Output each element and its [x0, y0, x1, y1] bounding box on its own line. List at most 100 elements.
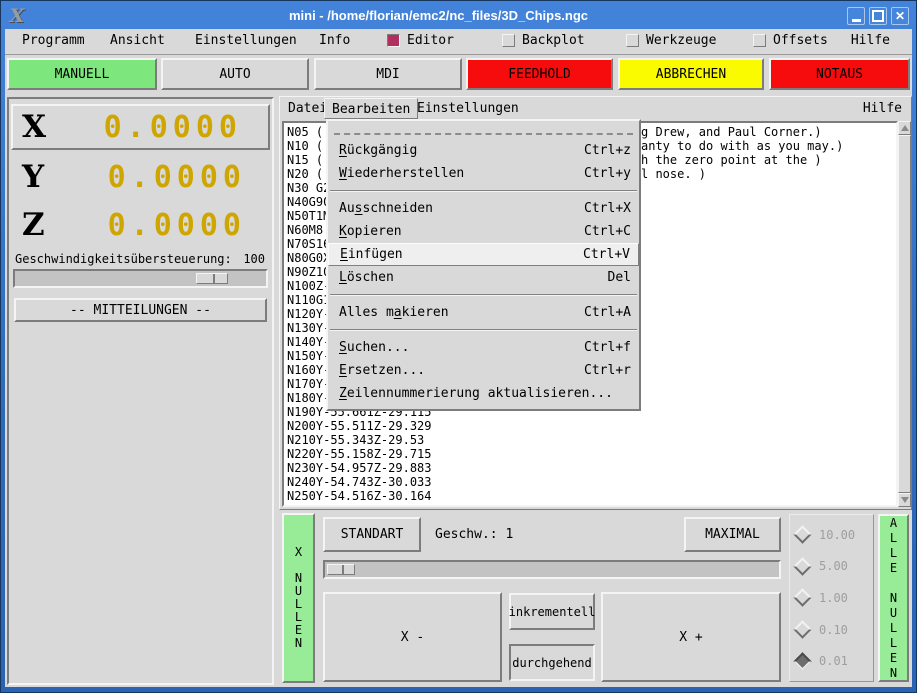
- axis-y-value: 0.0000: [108, 160, 246, 195]
- menu-einstellungen[interactable]: Einstellungen: [195, 33, 297, 48]
- feed-override-label: Geschwindigkeitsübersteuerung:: [15, 252, 232, 266]
- titlebar[interactable]: X mini - /home/florian/emc2/nc_files/3D_…: [4, 3, 913, 28]
- maximize-icon: [872, 10, 884, 22]
- axis-z-value: 0.0000: [108, 208, 246, 243]
- menu-item-label: Zeilennummerierung aktualisieren...: [339, 386, 613, 401]
- menu-item-label: Suchen...: [339, 340, 409, 355]
- increment-label: 0.10: [819, 623, 848, 637]
- menu-item-cut[interactable]: Ausschneiden Ctrl+X: [328, 197, 639, 220]
- mode-auto-button[interactable]: AUTO: [161, 58, 309, 90]
- scrollbar-up-arrow[interactable]: [898, 121, 911, 135]
- menu-item-shortcut: Ctrl+f: [584, 340, 631, 355]
- menu-werkzeuge-toggle[interactable]: Werkzeuge: [626, 33, 716, 48]
- menu-ansicht[interactable]: Ansicht: [110, 33, 165, 48]
- menu-item-delete[interactable]: Löschen Del: [328, 266, 639, 289]
- menu-programm[interactable]: Programm: [22, 33, 85, 48]
- scrollbar-down-arrow[interactable]: [898, 493, 911, 507]
- menu-item-replace[interactable]: Ersetzen... Ctrl+r: [328, 359, 639, 382]
- scrollbar-thumb[interactable]: [898, 135, 911, 493]
- feedhold-button[interactable]: FEEDHOLD: [466, 58, 613, 90]
- gcode-line: N220Y-55.158Z-29.715: [284, 447, 896, 461]
- window-controls: ✕: [847, 7, 909, 25]
- close-button[interactable]: ✕: [891, 7, 909, 25]
- increment-option-0-01[interactable]: 0.01: [796, 654, 873, 668]
- menu-item-label: Rückgängig: [339, 143, 417, 158]
- jog-x-plus-button[interactable]: X +: [601, 592, 781, 682]
- editor-menubar: Datei Bearbeiten Einstellungen Hilfe: [280, 97, 911, 121]
- axis-row-x[interactable]: X 0.0000: [11, 104, 270, 150]
- down-arrow-icon: [901, 497, 909, 503]
- window-frame: X mini - /home/florian/emc2/nc_files/3D_…: [1, 1, 916, 692]
- radio-diamond-icon: [793, 652, 811, 670]
- increment-radio-group: 10.00 5.00 1.00 0.10: [789, 514, 874, 682]
- backplot-checkbox-icon: [502, 34, 515, 47]
- mode-mdi-button[interactable]: MDI: [314, 58, 462, 90]
- menu-item-redo[interactable]: Wiederherstellen Ctrl+y: [328, 162, 639, 185]
- editor-menu-einstellungen[interactable]: Einstellungen: [417, 101, 519, 116]
- increment-option-1[interactable]: 1.00: [796, 591, 873, 605]
- jog-speed-slider[interactable]: [323, 560, 781, 579]
- menu-backplot-toggle[interactable]: Backplot: [502, 33, 585, 48]
- menu-hilfe[interactable]: Hilfe: [851, 33, 890, 48]
- menu-item-find[interactable]: Suchen... Ctrl+f: [328, 336, 639, 359]
- jog-speed-slider-handle[interactable]: [327, 564, 355, 575]
- increment-option-0-10[interactable]: 0.10: [796, 623, 873, 637]
- radio-diamond-icon: [793, 589, 811, 607]
- feed-override-row: Geschwindigkeitsübersteuerung: 100: [15, 252, 267, 266]
- menu-item-undo[interactable]: Rückgängig Ctrl+z: [328, 139, 639, 162]
- jog-x-minus-button[interactable]: X -: [323, 592, 502, 682]
- slider-grip: [197, 274, 215, 283]
- slider-grip: [328, 565, 344, 574]
- jog-panel: X N U L L E N STANDART Geschw.: 1 MAXIMA…: [279, 511, 912, 687]
- minimize-button[interactable]: [847, 7, 865, 25]
- estop-button[interactable]: NOTAUS: [769, 58, 910, 90]
- editor-scrollbar[interactable]: [898, 121, 911, 507]
- standard-speed-button[interactable]: STANDART: [323, 517, 421, 552]
- menu-item-select-all[interactable]: Alles makieren Ctrl+A: [328, 301, 639, 324]
- increment-label: 5.00: [819, 559, 848, 573]
- app-menubar: Programm Ansicht Einstellungen Info Edit…: [5, 29, 912, 55]
- maximal-speed-button[interactable]: MAXIMAL: [684, 517, 781, 552]
- minimize-icon: [852, 19, 861, 22]
- messages-button[interactable]: -- MITTEILUNGEN --: [14, 298, 267, 322]
- menu-item-shortcut: Del: [608, 270, 631, 285]
- menu-item-label: Einfügen: [340, 247, 403, 262]
- increment-option-5[interactable]: 5.00: [796, 559, 873, 573]
- menu-item-shortcut: Ctrl+y: [584, 166, 631, 181]
- feed-override-slider-handle[interactable]: [196, 273, 228, 284]
- menu-offsets-toggle[interactable]: Offsets: [753, 33, 828, 48]
- menu-item-label: Alles makieren: [339, 305, 449, 320]
- mode-manual-button[interactable]: MANUELL: [7, 58, 157, 90]
- menu-item-shortcut: Ctrl+X: [584, 201, 631, 216]
- abort-button[interactable]: ABBRECHEN: [618, 58, 764, 90]
- feed-override-slider[interactable]: [13, 269, 268, 288]
- menu-item-paste[interactable]: Einfügen Ctrl+V: [328, 243, 639, 266]
- incremental-mode-button[interactable]: inkrementell: [509, 593, 595, 630]
- radio-diamond-icon: [793, 526, 811, 544]
- menu-separator: [330, 190, 637, 192]
- menu-editor-label: Editor: [407, 33, 454, 48]
- axis-row-y[interactable]: Y 0.0000: [13, 154, 272, 200]
- menu-info[interactable]: Info: [319, 33, 350, 48]
- increment-label: 10.00: [819, 528, 855, 542]
- menu-backplot-label: Backplot: [522, 33, 585, 48]
- axis-row-z[interactable]: Z 0.0000: [13, 202, 272, 248]
- editor-menu-datei[interactable]: Datei: [288, 101, 327, 116]
- menu-item-copy[interactable]: Kopieren Ctrl+C: [328, 220, 639, 243]
- x11-logo-icon: X: [4, 5, 30, 27]
- all-zero-button[interactable]: A L L E N U L L E N: [878, 514, 909, 682]
- menu-editor-toggle[interactable]: Editor: [387, 33, 454, 48]
- increment-option-10[interactable]: 10.00: [796, 528, 873, 542]
- menu-tearoff-handle[interactable]: [334, 127, 633, 135]
- continuous-mode-button[interactable]: durchgehend: [509, 644, 595, 681]
- menu-item-renumber[interactable]: Zeilennummerierung aktualisieren...: [328, 382, 639, 405]
- editor-menu-bearbeiten[interactable]: Bearbeiten: [324, 98, 418, 119]
- axis-z-letter: Z: [22, 207, 45, 243]
- menu-separator: [330, 294, 637, 296]
- x-zero-button[interactable]: X N U L L E N: [282, 513, 315, 683]
- editor-menu-hilfe[interactable]: Hilfe: [863, 101, 902, 116]
- menu-separator: [330, 329, 637, 331]
- up-arrow-icon: [901, 125, 909, 131]
- maximize-button[interactable]: [869, 7, 887, 25]
- jog-speed-label: Geschw.: 1: [435, 527, 513, 542]
